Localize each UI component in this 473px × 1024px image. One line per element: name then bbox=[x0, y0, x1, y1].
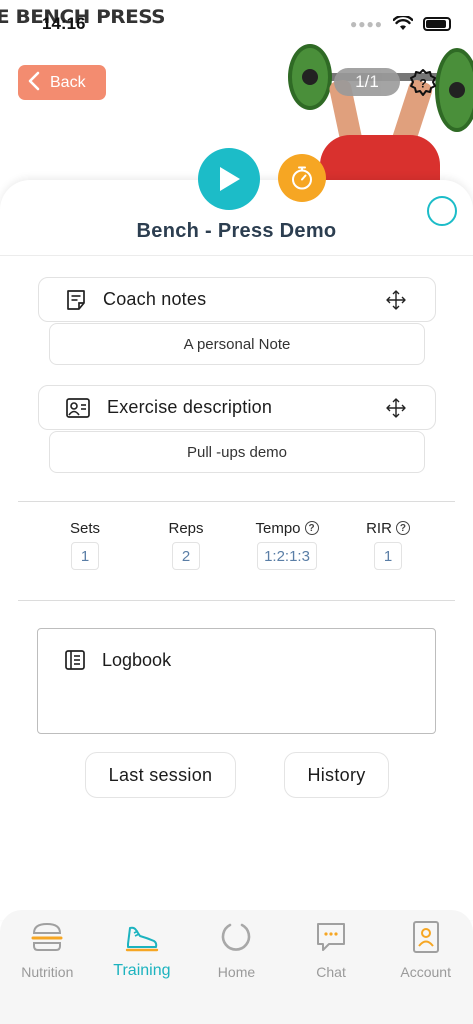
exercise-description-label: Exercise description bbox=[107, 397, 273, 417]
video-counter: 1/1 bbox=[334, 68, 400, 96]
complete-checkbox[interactable] bbox=[427, 196, 457, 226]
exercise-stats: Sets 1 Reps 2 Tempo? 1:2:1:3 RIR? 1 bbox=[18, 518, 455, 570]
status-icons: ●●●● bbox=[350, 16, 451, 31]
stat-value[interactable]: 2 bbox=[172, 542, 200, 570]
chat-icon bbox=[317, 923, 346, 951]
stat-label: RIR bbox=[366, 519, 392, 537]
tab-training[interactable]: Training bbox=[95, 910, 190, 1024]
shoe-icon bbox=[125, 926, 159, 952]
exercise-description-card[interactable]: Exercise description bbox=[38, 385, 436, 430]
help-icon[interactable]: ? bbox=[395, 521, 410, 535]
account-icon bbox=[412, 921, 439, 953]
divider bbox=[18, 501, 455, 502]
stat-tempo: Tempo? 1:2:1:3 bbox=[242, 518, 332, 570]
coach-notes-text: A personal Note bbox=[49, 323, 425, 365]
description-icon bbox=[66, 397, 90, 418]
history-button[interactable]: History bbox=[284, 752, 389, 798]
exercise-sheet: Bench - Press Demo Coach notes A persona… bbox=[0, 180, 473, 920]
stat-value[interactable]: 1 bbox=[71, 542, 99, 570]
stopwatch-icon bbox=[292, 166, 312, 190]
stat-label: Sets bbox=[69, 519, 100, 537]
stat-label: Tempo bbox=[255, 519, 301, 537]
stat-value[interactable]: 1:2:1:3 bbox=[257, 542, 317, 570]
help-gear-icon[interactable]: ? bbox=[408, 68, 438, 98]
tab-account[interactable]: Account bbox=[378, 910, 473, 1024]
chevron-left-icon bbox=[28, 71, 40, 95]
logbook-icon bbox=[65, 650, 85, 670]
divider bbox=[18, 600, 455, 601]
last-session-button[interactable]: Last session bbox=[85, 752, 236, 798]
wifi-icon bbox=[393, 16, 413, 30]
logbook-label: Logbook bbox=[102, 649, 172, 670]
divider bbox=[0, 255, 473, 256]
tab-label: Home bbox=[217, 964, 256, 980]
move-icon[interactable] bbox=[385, 397, 407, 419]
exercise-title: Bench - Press Demo bbox=[136, 220, 337, 242]
tab-label: Account bbox=[400, 964, 451, 980]
tab-label: Training bbox=[113, 962, 171, 979]
timer-button[interactable] bbox=[278, 154, 326, 202]
play-icon bbox=[220, 167, 240, 191]
coach-notes-label: Coach notes bbox=[103, 289, 207, 309]
burger-icon bbox=[31, 922, 63, 951]
stat-value[interactable]: 1 bbox=[374, 542, 402, 570]
move-icon[interactable] bbox=[385, 289, 407, 311]
tab-label: Nutrition bbox=[21, 964, 74, 980]
stat-rir: RIR? 1 bbox=[343, 518, 433, 570]
battery-icon bbox=[423, 16, 451, 31]
stat-label: Reps bbox=[168, 519, 204, 537]
tab-nutrition[interactable]: Nutrition bbox=[0, 910, 95, 1024]
svg-text:?: ? bbox=[419, 77, 426, 91]
stat-reps: Reps 2 bbox=[141, 518, 231, 570]
back-button[interactable]: Back bbox=[18, 65, 106, 100]
exercise-description-text: Pull -ups demo bbox=[49, 431, 425, 473]
stat-sets: Sets 1 bbox=[40, 518, 130, 570]
coach-notes-card[interactable]: Coach notes bbox=[38, 277, 436, 322]
tab-chat[interactable]: Chat bbox=[284, 910, 379, 1024]
note-icon bbox=[67, 289, 85, 310]
signal-dots-icon: ●●●● bbox=[350, 16, 383, 31]
ring-icon bbox=[222, 923, 251, 951]
play-button[interactable] bbox=[198, 148, 260, 210]
logbook-panel[interactable]: Logbook bbox=[37, 628, 436, 734]
status-time: 14:16 bbox=[42, 14, 86, 33]
tab-label: Chat bbox=[316, 964, 346, 980]
screen: E BENCH PRESS 14:16 ●●●● Back 1/1 ? Benc… bbox=[0, 0, 473, 1024]
back-label: Back bbox=[50, 73, 86, 91]
tab-home[interactable]: Home bbox=[189, 910, 284, 1024]
help-icon[interactable]: ? bbox=[304, 521, 319, 535]
tab-bar: Nutrition Training Home Chat Account bbox=[0, 910, 473, 1024]
